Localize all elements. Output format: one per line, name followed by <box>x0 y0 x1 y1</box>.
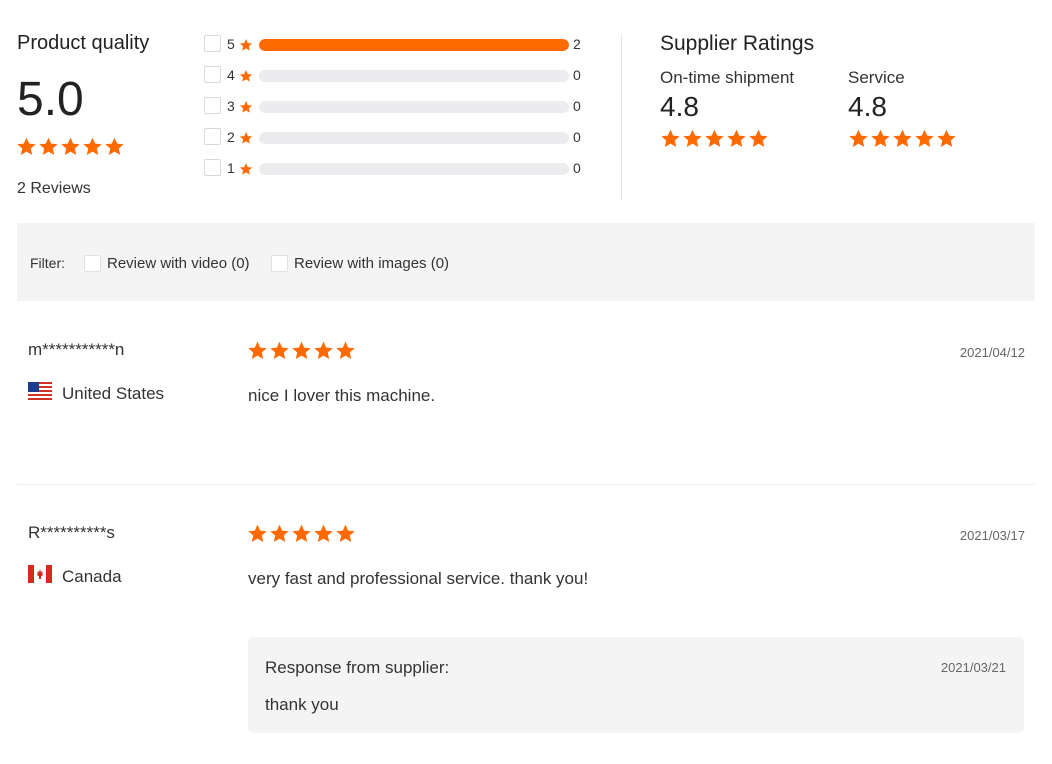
video-filter-label: Review with video (0) <box>107 255 250 272</box>
supplier-rating-score: 4.8 <box>848 91 887 122</box>
star-icon <box>38 136 59 157</box>
review-date: 2021/03/17 <box>959 528 1025 543</box>
star-icon <box>239 38 253 57</box>
star-icon <box>848 128 869 149</box>
filter-checkbox[interactable] <box>204 66 221 83</box>
distribution-bar <box>259 163 569 175</box>
distribution-star-level: 2 <box>227 129 235 145</box>
star-icon <box>269 523 290 544</box>
distribution-star-level: 4 <box>227 67 235 83</box>
filter-images-option[interactable]: Review with images (0) <box>271 255 449 272</box>
review-text: nice I lover this machine. <box>248 386 436 405</box>
distribution-star-level: 5 <box>227 36 235 52</box>
supplier-rating-label: Service <box>848 68 905 87</box>
video-filter-checkbox[interactable] <box>84 255 101 272</box>
star-icon <box>726 128 747 149</box>
filter-label: Filter: <box>30 255 65 271</box>
review-stars <box>247 523 356 544</box>
product-quality-title: Product quality <box>17 32 150 54</box>
star-icon <box>704 128 725 149</box>
star-icon <box>682 128 703 149</box>
filter-checkbox[interactable] <box>204 35 221 52</box>
star-icon <box>335 523 356 544</box>
reviewer-country: United States <box>28 382 164 405</box>
star-icon <box>313 523 334 544</box>
reviews-count: 2 Reviews <box>17 180 91 197</box>
distribution-star-level: 3 <box>227 98 235 114</box>
distribution-row-1[interactable]: 1 0 <box>203 158 603 178</box>
distribution-row-4[interactable]: 4 0 <box>203 65 603 85</box>
reviewer-name: m***********n <box>28 340 125 359</box>
star-icon <box>914 128 935 149</box>
images-filter-label: Review with images (0) <box>294 255 450 272</box>
distribution-bar-fill <box>259 39 569 51</box>
star-icon <box>660 128 681 149</box>
product-quality-score: 5.0 <box>17 73 84 126</box>
supplier-rating-stars <box>660 128 794 149</box>
filter-checkbox[interactable] <box>204 128 221 145</box>
star-icon <box>60 136 81 157</box>
supplier-response: Response from supplier: 2021/03/21 thank… <box>248 637 1024 733</box>
distribution-count: 2 <box>573 36 581 52</box>
supplier-rating-stars <box>848 128 957 149</box>
star-icon <box>291 340 312 361</box>
supplier-rating-score: 4.8 <box>660 91 699 122</box>
distribution-bar <box>259 132 569 144</box>
star-icon <box>870 128 891 149</box>
distribution-row-5[interactable]: 5 2 <box>203 34 603 54</box>
section-divider <box>621 34 622 200</box>
response-label: Response from supplier: <box>265 658 450 677</box>
star-icon <box>104 136 125 157</box>
distribution-count: 0 <box>573 160 581 176</box>
distribution-bar <box>259 101 569 113</box>
distribution-star-level: 1 <box>227 160 235 176</box>
distribution-bar <box>259 39 569 51</box>
us-flag-icon <box>28 382 52 405</box>
response-date: 2021/03/21 <box>940 660 1006 675</box>
reviewer-name: R**********s <box>28 523 115 542</box>
country-name: United States <box>62 383 165 403</box>
filter-checkbox[interactable] <box>204 97 221 114</box>
star-icon <box>269 340 290 361</box>
star-icon <box>247 523 268 544</box>
star-icon <box>936 128 957 149</box>
country-name: Canada <box>62 566 122 586</box>
review-divider <box>17 484 1035 485</box>
distribution-bar <box>259 70 569 82</box>
filter-video-option[interactable]: Review with video (0) <box>84 255 250 272</box>
review-text: very fast and professional service. than… <box>248 569 589 588</box>
distribution-count: 0 <box>573 67 581 83</box>
star-icon <box>313 340 334 361</box>
star-icon <box>239 131 253 150</box>
distribution-row-2[interactable]: 2 0 <box>203 127 603 147</box>
review-stars <box>247 340 356 361</box>
star-icon <box>239 162 253 181</box>
reviewer-country: Canada <box>28 565 122 588</box>
review-date: 2021/04/12 <box>959 345 1025 360</box>
distribution-count: 0 <box>573 98 581 114</box>
star-icon <box>239 100 253 119</box>
supplier-ratings-title: Supplier Ratings <box>660 32 815 55</box>
star-icon <box>748 128 769 149</box>
star-icon <box>291 523 312 544</box>
images-filter-checkbox[interactable] <box>271 255 288 272</box>
filter-bar: Filter: Review with video (0) Review wit… <box>17 223 1035 301</box>
distribution-count: 0 <box>573 129 581 145</box>
star-icon <box>239 69 253 88</box>
supplier-rating-shipment: On-time shipment 4.8 <box>660 68 794 149</box>
response-text: thank you <box>265 695 339 714</box>
distribution-row-3[interactable]: 3 0 <box>203 96 603 116</box>
product-quality-stars <box>16 136 125 157</box>
supplier-rating-label: On-time shipment <box>660 68 795 87</box>
filter-checkbox[interactable] <box>204 159 221 176</box>
star-icon <box>335 340 356 361</box>
ca-flag-icon <box>28 565 52 588</box>
star-icon <box>892 128 913 149</box>
star-icon <box>82 136 103 157</box>
star-icon <box>247 340 268 361</box>
star-icon <box>16 136 37 157</box>
supplier-rating-service: Service 4.8 <box>848 68 957 149</box>
